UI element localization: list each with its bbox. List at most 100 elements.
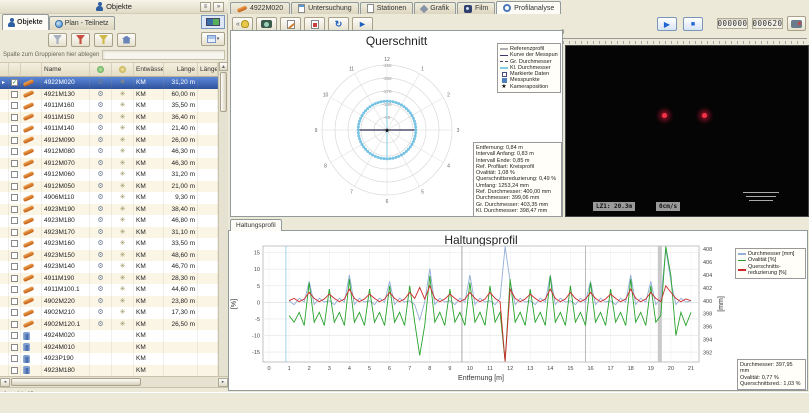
row-checkbox[interactable]: [11, 137, 18, 144]
table-row-4906M110[interactable]: 4906M110⚙✳KM9,30 m: [0, 192, 218, 204]
table-row-4923M190[interactable]: 4923M190⚙✳KM38,40 m: [0, 204, 218, 216]
column-header-g2[interactable]: [112, 63, 134, 76]
main-tab-profilanalyse[interactable]: Profilanalyse: [496, 1, 561, 14]
table-row-4912M080[interactable]: 4912M080⚙✳KM46,30 m: [0, 146, 218, 158]
table-row-4923M150[interactable]: 4923M150⚙✳KM48,60 m: [0, 250, 218, 262]
row-checkbox[interactable]: [11, 229, 18, 236]
table-row-4923M160[interactable]: 4923M160⚙✳KM33,50 m: [0, 238, 218, 250]
layout-grid-button[interactable]: ▾: [201, 32, 225, 46]
row-checkbox[interactable]: [11, 194, 18, 201]
row-checkbox[interactable]: [11, 125, 18, 132]
row-checkbox[interactable]: [11, 217, 18, 224]
scroll-left-icon[interactable]: ◂: [0, 378, 10, 387]
vertical-scrollbar[interactable]: ▲: [218, 62, 228, 376]
row-checkbox[interactable]: [11, 309, 18, 316]
objects-table[interactable]: ▸✓4922M020⚙✳KM31,20 m4921M130⚙✳KM60,00 m…: [0, 77, 218, 376]
horizontal-scrollbar[interactable]: ◂ ▸: [0, 376, 228, 387]
stop-button[interactable]: ■: [683, 17, 703, 31]
row-checkbox[interactable]: [11, 252, 18, 259]
scrollbar-thumb[interactable]: [220, 72, 227, 112]
column-header-ico[interactable]: [21, 63, 42, 76]
table-row-4912M070[interactable]: 4912M070⚙✳KM46,30 m: [0, 158, 218, 170]
table-row-4911M100.1[interactable]: 4911M100.1⚙✳KM44,60 m: [0, 284, 218, 296]
laser-dot-right: [702, 113, 707, 118]
row-checkbox[interactable]: [11, 171, 18, 178]
row-checkbox[interactable]: [11, 298, 18, 305]
haltungsprofil-chart[interactable]: 151050-5-10-1540840640440240039839639439…: [229, 231, 807, 390]
table-row-4902M210[interactable]: 4902M210⚙✳KM17,30 m: [0, 307, 218, 319]
slider-track[interactable]: [563, 38, 807, 39]
table-row-4923M180[interactable]: 4923M180KM: [0, 365, 218, 377]
table-row-4923M170[interactable]: 4923M170⚙✳KM31,10 m: [0, 227, 218, 239]
inspection-status-cell: ⚙: [90, 123, 112, 135]
row-checkbox[interactable]: [11, 275, 18, 282]
scroll-up-icon[interactable]: ▲: [219, 62, 228, 71]
column-header-ind[interactable]: [0, 63, 9, 76]
row-checkbox[interactable]: [11, 355, 18, 362]
tab-haltungsprofil[interactable]: Haltungsprofil: [230, 219, 282, 231]
filter-apply-button[interactable]: [71, 33, 90, 47]
info-line: Durchmesser: 397,95 mm: [740, 362, 803, 375]
column-header-chk[interactable]: [9, 63, 21, 76]
row-checkbox[interactable]: [11, 263, 18, 270]
row-checkbox[interactable]: [11, 206, 18, 213]
column-header-l-nge-unte[interactable]: Länge Unte...: [198, 63, 218, 76]
table-row-4911M190[interactable]: 4911M190⚙✳KM28,30 m: [0, 273, 218, 285]
table-row-4911M160[interactable]: 4911M160⚙✳KM35,50 m: [0, 100, 218, 112]
group-drop-area[interactable]: [102, 50, 225, 60]
row-checkbox[interactable]: [11, 148, 18, 155]
row-checkbox[interactable]: [11, 332, 18, 339]
table-row-4923M180[interactable]: 4923M180⚙✳KM46,80 m: [0, 215, 218, 227]
row-checkbox[interactable]: [11, 321, 18, 328]
row-checkbox[interactable]: [11, 240, 18, 247]
table-row-4902M220[interactable]: 4902M220⚙✳KM23,80 m: [0, 296, 218, 308]
row-checkbox[interactable]: [11, 114, 18, 121]
object-type-cell: [21, 307, 42, 319]
main-tab-film[interactable]: Film: [457, 2, 495, 14]
main-tab-4922m020[interactable]: 4922M020: [230, 2, 290, 14]
row-checkbox[interactable]: [11, 160, 18, 167]
column-header-l-nge[interactable]: Länge: [164, 63, 198, 76]
table-row-4921M130[interactable]: 4921M130⚙✳KM60,00 m: [0, 89, 218, 101]
table-row-4923P190[interactable]: 4923P190KM: [0, 353, 218, 365]
shaft-icon: [23, 343, 30, 351]
row-checkbox[interactable]: [11, 91, 18, 98]
panel-collapse-button[interactable]: »: [213, 2, 224, 12]
column-header-entw-sser[interactable]: Entwässer...: [134, 63, 164, 76]
scroll-right-icon[interactable]: ▸: [218, 378, 228, 387]
main-tab-stationen[interactable]: Stationen: [360, 2, 414, 14]
column-header-g1[interactable]: [90, 63, 112, 76]
row-checkbox[interactable]: [11, 367, 18, 374]
scrollbar-thumb[interactable]: [11, 378, 141, 386]
filter-clear-button[interactable]: [48, 33, 67, 47]
row-checkbox[interactable]: [11, 102, 18, 109]
table-row-4912M060[interactable]: 4912M060⚙✳KM31,20 m: [0, 169, 218, 181]
table-row-4924M010[interactable]: 4924M010KM: [0, 342, 218, 354]
table-row-4911M150[interactable]: 4911M150⚙✳KM36,40 m: [0, 112, 218, 124]
table-row-4923M140[interactable]: 4923M140⚙✳KM46,70 m: [0, 261, 218, 273]
table-row-4911M140[interactable]: 4911M140⚙✳KM21,40 m: [0, 123, 218, 135]
row-checkbox[interactable]: ✓: [11, 79, 18, 86]
table-row-4924M020[interactable]: 4924M020KM: [0, 330, 218, 342]
left-tab-plan-teilnetz[interactable]: Plan - Teilnetz: [49, 16, 115, 30]
snapshot-export-button[interactable]: [787, 16, 806, 31]
table-row-4912M090[interactable]: 4912M090⚙✳KM26,00 m: [0, 135, 218, 147]
play-button[interactable]: ▶: [657, 17, 677, 31]
panel-view-toggle-button[interactable]: [201, 15, 225, 29]
drainage-system: KM: [134, 227, 164, 239]
table-row-4902M120.1[interactable]: 4902M120.1⚙✳KM26,50 m: [0, 319, 218, 331]
left-tab-objekte[interactable]: Objekte: [2, 14, 49, 30]
panel-menu-button[interactable]: ≡: [200, 2, 211, 12]
table-row-4912M050[interactable]: 4912M050⚙✳KM21,00 m: [0, 181, 218, 193]
main-tab-untersuchung[interactable]: Untersuchung: [291, 2, 359, 14]
table-row-4922M020[interactable]: ▸✓4922M020⚙✳KM31,20 m: [0, 77, 218, 89]
filter-edit-button[interactable]: [94, 33, 113, 47]
row-checkbox[interactable]: [11, 344, 18, 351]
row-checkbox[interactable]: [11, 286, 18, 293]
row-checkbox[interactable]: [11, 183, 18, 190]
main-tab-grafik[interactable]: Grafik: [414, 2, 456, 14]
film-position-slider[interactable]: [563, 38, 807, 44]
column-header-name[interactable]: Name: [42, 63, 90, 76]
object-type-cell: [21, 204, 42, 216]
archive-button[interactable]: [117, 33, 136, 47]
